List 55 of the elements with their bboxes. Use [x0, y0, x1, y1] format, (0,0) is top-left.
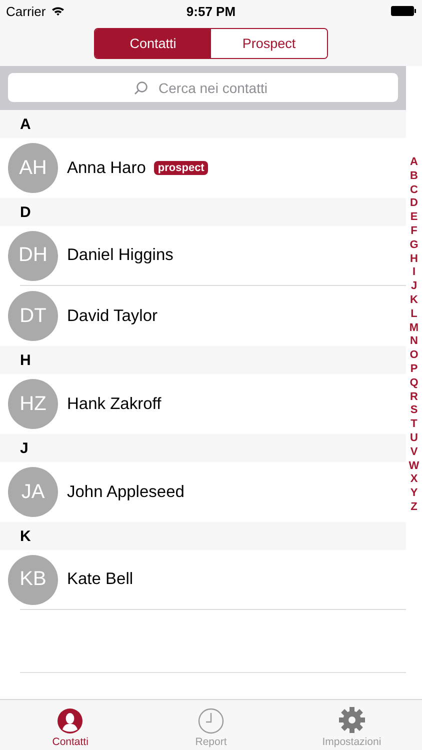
section-header: K	[0, 522, 406, 550]
index-letter[interactable]: A	[410, 156, 418, 170]
avatar-initials: DT	[8, 291, 58, 341]
index-letter[interactable]: H	[410, 252, 418, 266]
index-letter[interactable]: O	[410, 349, 418, 363]
index-letter[interactable]: R	[410, 390, 418, 404]
index-letter[interactable]: M	[409, 322, 419, 336]
contact-name[interactable]: Anna Haro	[67, 158, 146, 178]
index-letter[interactable]: P	[410, 362, 418, 377]
index-letter[interactable]: W	[408, 460, 420, 474]
avatar-initials: KB	[8, 554, 58, 604]
avatar-initials: JA	[8, 467, 58, 517]
index-letter[interactable]: T	[410, 418, 418, 432]
avatar-initials: AH	[8, 143, 58, 193]
section-header: D	[0, 198, 406, 226]
index-letter[interactable]: Z	[410, 500, 418, 515]
index-letter[interactable]: N	[410, 335, 418, 350]
index-letter[interactable]: Y	[410, 487, 418, 501]
index-letter[interactable]: J	[410, 280, 418, 294]
wifi-icon	[50, 6, 65, 16]
clock-icon	[198, 708, 224, 734]
index-letter[interactable]: E	[410, 211, 418, 225]
segment-tab[interactable]: Prospect	[211, 29, 327, 58]
search-field[interactable]: Cerca nei contatti	[8, 73, 398, 102]
section-header: A	[0, 110, 406, 138]
status-time: 9:57 PM	[185, 4, 237, 18]
contact-name[interactable]: David Taylor	[67, 306, 158, 326]
index-letter[interactable]: U	[410, 432, 418, 446]
index-letter[interactable]: G	[410, 238, 418, 253]
index-letter[interactable]: F	[410, 224, 418, 239]
prospect-badge: prospect	[154, 161, 208, 175]
index-letter[interactable]: K	[410, 294, 418, 308]
avatar-initials: DH	[8, 230, 58, 280]
index-letter[interactable]: Q	[410, 376, 418, 391]
index-letter[interactable]: B	[410, 170, 418, 184]
contact-name[interactable]: Kate Bell	[67, 570, 134, 589]
contact-name[interactable]: Hank Zakroff	[67, 394, 162, 414]
index-letter[interactable]: D	[410, 197, 418, 212]
segment-tab[interactable]: Contatti	[95, 29, 211, 58]
section-header: J	[0, 434, 406, 462]
index-letter[interactable]: S	[410, 404, 418, 418]
index-letter[interactable]: X	[410, 473, 418, 488]
index-letter[interactable]: C	[410, 184, 418, 198]
contact-name[interactable]: Daniel Higgins	[67, 246, 174, 265]
index-letter[interactable]: L	[410, 308, 418, 322]
battery-icon	[391, 6, 416, 16]
carrier-name: Carrier	[6, 4, 46, 18]
gear-icon	[338, 706, 366, 734]
person-icon	[57, 708, 84, 734]
index-letter[interactable]: I	[412, 266, 416, 280]
contact-name[interactable]: John Appleseed	[67, 482, 184, 502]
index-letter[interactable]: V	[410, 446, 418, 460]
avatar-initials: HZ	[8, 379, 58, 429]
section-header: H	[0, 346, 406, 374]
tab-bar-item[interactable]: Contatti	[0, 700, 141, 750]
